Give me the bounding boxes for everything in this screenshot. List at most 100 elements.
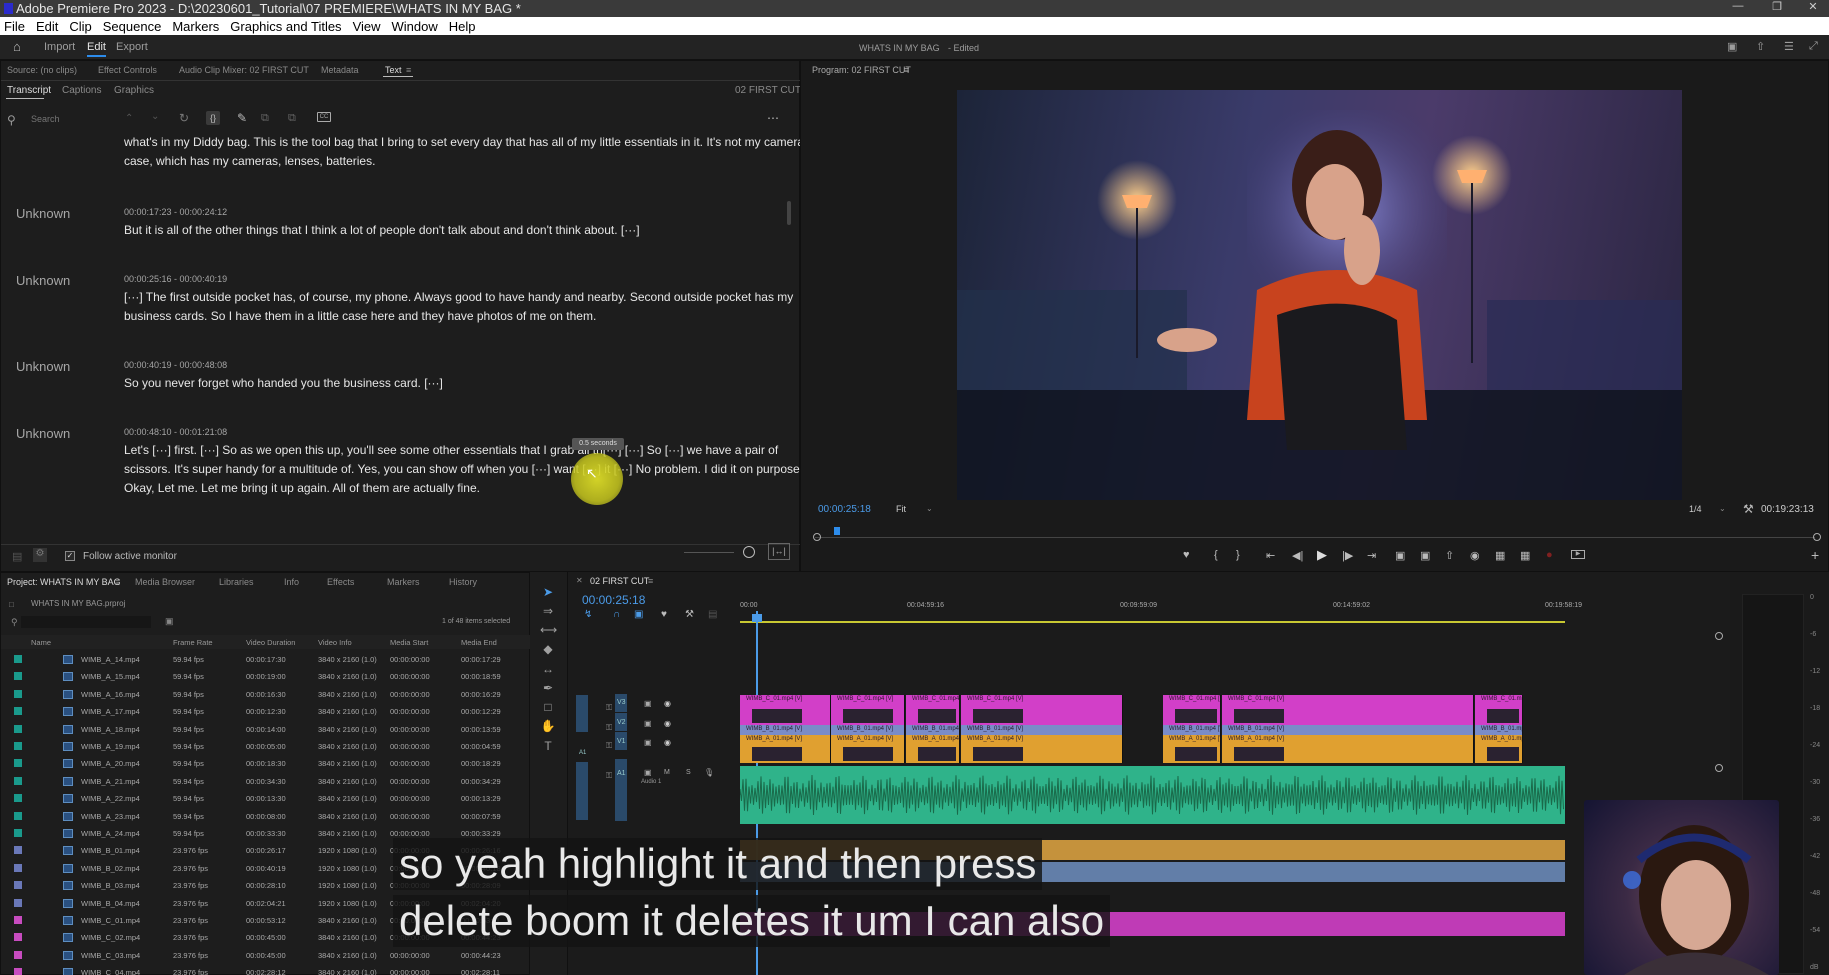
clip-v3[interactable]: WIMB_C_01.mp4 [V] — [831, 695, 905, 725]
tab-text[interactable]: Text — [385, 65, 402, 75]
menu-markers[interactable]: Markers — [168, 19, 226, 34]
column-video-info[interactable]: Video Info — [318, 638, 352, 647]
solo-button[interactable]: S — [686, 769, 691, 776]
chevron-down-icon[interactable]: ⌄ — [151, 111, 159, 122]
export-tab[interactable]: Export — [116, 41, 148, 53]
project-row[interactable]: WIMB_A_21.mp4 59.94 fps 00:00:34:30 3840 x … — [1, 773, 531, 790]
tab-graphics[interactable]: Graphics — [114, 85, 154, 96]
tab-transcript[interactable]: Transcript — [7, 85, 51, 96]
label-color-swatch[interactable] — [14, 829, 22, 837]
label-color-swatch[interactable] — [14, 916, 22, 924]
fullscreen-icon[interactable]: ⤢ — [1809, 40, 1818, 53]
go-to-in-icon[interactable]: ⇤ — [1266, 549, 1275, 562]
follow-monitor-checkbox[interactable]: ✓ — [65, 551, 75, 561]
label-color-swatch[interactable] — [14, 933, 22, 942]
label-color-swatch[interactable] — [14, 724, 22, 733]
project-row[interactable]: WIMB_A_15.mp4 59.94 fps 00:00:19:00 3840 x … — [1, 668, 531, 685]
clip-v2[interactable]: WIMB_B_01.mp4 [V] — [831, 725, 905, 735]
project-row[interactable]: WIMB_A_16.mp4 59.94 fps 00:00:16:30 3840 x … — [1, 686, 531, 703]
clip-v2[interactable]: WIMB_B_01.mp4 [V] — [740, 725, 831, 735]
split-icon[interactable]: ⧉ — [288, 112, 296, 125]
scroll-bottom-handle[interactable] — [1715, 764, 1723, 772]
label-color-swatch[interactable] — [14, 759, 22, 768]
record-icon[interactable]: ● — [1546, 549, 1553, 561]
label-color-swatch[interactable] — [14, 655, 22, 663]
menu-clip[interactable]: Clip — [65, 19, 98, 34]
insert-icon[interactable]: ▣ — [1395, 549, 1405, 562]
source-patch-a1[interactable] — [576, 762, 588, 820]
label-color-swatch[interactable] — [14, 846, 22, 855]
label-color-swatch[interactable] — [14, 898, 22, 907]
project-row[interactable]: WIMB_A_19.mp4 59.94 fps 00:00:05:00 3840 x … — [1, 738, 531, 755]
go-to-out-icon[interactable]: ⇥ — [1367, 549, 1376, 562]
wrench-icon[interactable]: ⚒ — [685, 609, 694, 620]
speaker-label[interactable]: Unknown — [16, 359, 70, 374]
label-color-swatch[interactable] — [14, 811, 22, 820]
tab-menu-icon[interactable]: ≡ — [406, 65, 411, 75]
selection-tool-icon[interactable]: ➤ — [540, 584, 556, 600]
clip-v1[interactable]: WIMB_A_01.mp4 [V] — [1475, 735, 1523, 763]
tab-effect-controls[interactable]: Effect Controls — [98, 65, 157, 75]
step-back-icon[interactable]: ◀| — [1292, 549, 1303, 562]
pen-tool-icon[interactable]: ✒ — [540, 680, 556, 696]
menu-edit[interactable]: Edit — [32, 19, 65, 34]
search-input[interactable] — [31, 111, 111, 127]
toggle-sync-icon[interactable]: ▣ — [644, 768, 652, 777]
label-color-swatch[interactable] — [14, 689, 22, 698]
zoom-end-handle[interactable] — [1813, 533, 1821, 541]
zoom-handle[interactable] — [743, 546, 755, 558]
home-icon[interactable]: ⌂ — [13, 39, 21, 54]
playhead[interactable] — [834, 527, 840, 535]
clip-v2[interactable]: WIMB_B_01.mp4 [V] — [1475, 725, 1523, 735]
clip-v3[interactable]: WIMB_C_01.mp4 [V] — [1163, 695, 1221, 725]
add-button-icon[interactable]: + — [1811, 547, 1819, 563]
time-ruler[interactable]: 00:00 00:04:59:16 00:09:59:09 00:14:59:0… — [740, 602, 1730, 622]
tab-metadata[interactable]: Metadata — [321, 65, 359, 75]
column-frame-rate[interactable]: Frame Rate — [173, 638, 213, 647]
clip-v2[interactable]: WIMB_B_01.mp4 [V] — [1222, 725, 1474, 735]
merge-icon[interactable]: ⧉ — [261, 112, 269, 125]
tab-menu-icon[interactable]: ≡ — [115, 577, 120, 587]
close-icon[interactable]: ✕ — [576, 576, 583, 585]
clip-v1[interactable]: WIMB_A_01.mp4 [V] — [740, 735, 831, 763]
work-area-bar[interactable] — [740, 621, 1565, 623]
transcript-line[interactable]: Let's [···] first. [···] So as we open t… — [124, 443, 778, 457]
snap-icon[interactable]: ∩ — [613, 609, 620, 620]
pencil-icon[interactable]: ✎ — [237, 111, 247, 125]
eye-icon[interactable]: ◉ — [664, 738, 671, 747]
transcript-line[interactable]: So you never forget who handed you the b… — [124, 376, 443, 390]
tab-markers[interactable]: Markers — [387, 577, 420, 587]
column-media-start[interactable]: Media Start — [390, 638, 428, 647]
label-color-swatch[interactable] — [14, 742, 22, 750]
program-video-frame[interactable] — [957, 90, 1682, 500]
label-color-swatch[interactable] — [14, 968, 22, 975]
menu-view[interactable]: View — [349, 19, 388, 34]
eye-icon[interactable]: ◉ — [664, 699, 671, 708]
zoom-start-handle[interactable] — [813, 533, 821, 541]
fit-width-icon[interactable]: |↔| — [768, 543, 790, 560]
clip-v1[interactable]: WIMB_A_01.mp4 [V] — [831, 735, 905, 763]
minimize-icon[interactable]: — — [1723, 0, 1753, 17]
project-row[interactable]: WIMB_A_17.mp4 59.94 fps 00:00:12:30 3840 x … — [1, 703, 531, 720]
clip-v1[interactable]: WIMB_A_01.mp4 [V] — [906, 735, 960, 763]
lock-icon[interactable]: ⚿ — [606, 771, 612, 781]
track-a1-target[interactable] — [615, 759, 627, 821]
project-row[interactable]: WIMB_A_20.mp4 59.94 fps 00:00:18:30 3840 x … — [1, 755, 531, 772]
toggle-sync-icon[interactable]: ▣ — [644, 738, 652, 747]
label-color-swatch[interactable] — [14, 672, 22, 681]
transcript-mode-icon[interactable]: {} — [206, 111, 220, 125]
tab-source[interactable]: Source: (no clips) — [7, 65, 77, 75]
slip-tool-icon[interactable]: ↔ — [540, 661, 556, 677]
tab-effects[interactable]: Effects — [327, 577, 354, 587]
quick-export-icon[interactable]: ▣ — [1727, 40, 1737, 53]
transcript-line[interactable]: business cards. So I have them in a litt… — [124, 309, 596, 323]
label-color-swatch[interactable] — [14, 707, 22, 716]
add-marker-icon[interactable]: ♥ — [661, 609, 667, 620]
wrench-icon[interactable]: ⚒ — [1743, 502, 1754, 516]
play-icon[interactable]: ▶ — [1317, 547, 1327, 563]
transcript-scrollbar[interactable] — [787, 201, 791, 225]
tab-menu-icon[interactable]: ≡ — [904, 65, 909, 75]
tab-history[interactable]: History — [449, 577, 477, 587]
timeline-timecode[interactable]: 00:00:25:18 — [582, 593, 645, 607]
zoom-slider[interactable] — [684, 552, 734, 553]
